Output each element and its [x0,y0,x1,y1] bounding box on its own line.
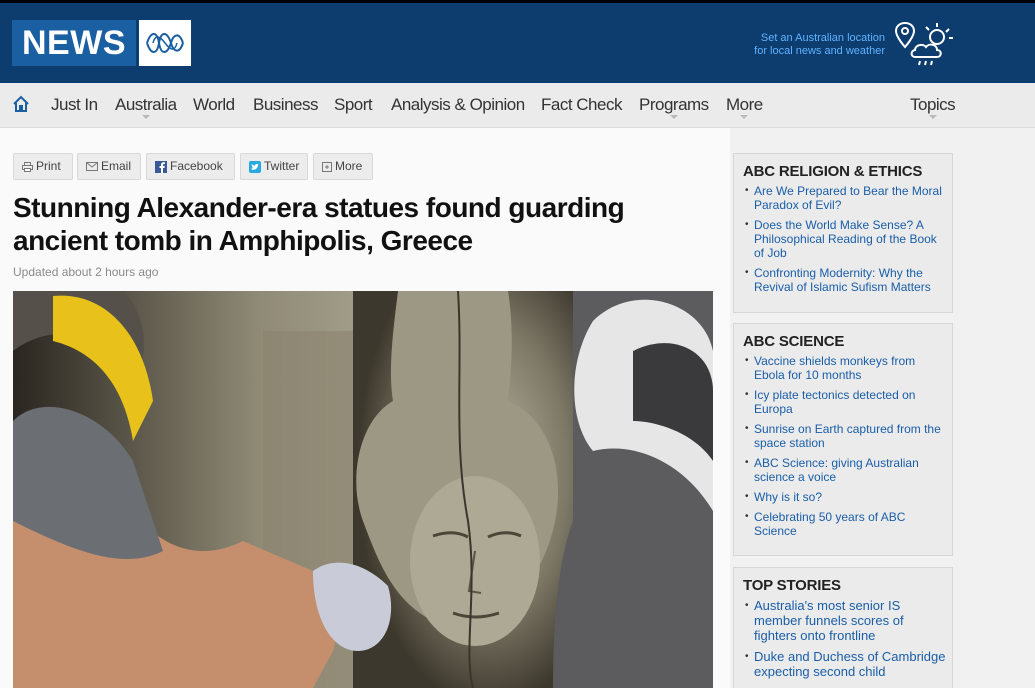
nav-programs-label: Programs [639,95,709,114]
email-button[interactable]: Email [77,153,141,180]
science-panel: ABC SCIENCE Vaccine shields monkeys from… [733,323,953,556]
nav-business[interactable]: Business [253,95,318,115]
science-list: Vaccine shields monkeys from Ebola for 1… [734,350,952,552]
nav-fact-check[interactable]: Fact Check [541,95,622,115]
list-item[interactable]: Vaccine shields monkeys from Ebola for 1… [745,354,946,382]
updated-timestamp: Updated about 2 hours ago [13,265,159,279]
location-weather-icon[interactable] [893,19,957,69]
site-header: NEWS Set an Australian location for loca… [0,3,1035,83]
list-item[interactable]: Does the World Make Sense? A Philosophic… [745,218,946,260]
chevron-down-icon [928,115,937,119]
list-item[interactable]: Sunrise on Earth captured from the space… [745,422,946,450]
science-panel-title: ABC SCIENCE [743,333,845,350]
abc-lissajous-icon [146,33,184,53]
nav-world[interactable]: World [193,95,235,115]
print-label: Print [36,159,61,173]
facebook-label: Facebook [170,159,223,173]
print-button[interactable]: Print [13,153,73,180]
nav-programs[interactable]: Programs [639,95,709,119]
list-item[interactable]: ABC Science: giving Australian science a… [745,456,946,484]
nav-topics-label: Topics [910,95,956,114]
nav-australia[interactable]: Australia [115,95,177,119]
nav-more[interactable]: More [726,95,763,119]
list-item[interactable]: Are We Prepared to Bear the Moral Parado… [745,184,946,212]
location-line-1: Set an Australian location [760,32,885,44]
more-share-label: More [335,159,363,173]
nav-topics[interactable]: Topics [910,95,956,119]
nav-sport[interactable]: Sport [334,95,373,115]
news-logo[interactable]: NEWS [12,20,136,66]
nav-more-label: More [726,95,763,114]
email-label: Email [101,159,132,173]
twitter-icon [249,160,261,173]
list-item[interactable]: Confronting Modernity: Why the Revival o… [745,266,946,294]
chevron-down-icon [740,115,749,119]
nav-australia-label: Australia [115,95,177,114]
top-stories-title: TOP STORIES [743,577,841,594]
religion-panel: ABC RELIGION & ETHICS Are We Prepared to… [733,153,953,313]
list-item[interactable]: Australia's most senior IS member funnel… [745,598,946,643]
top-stories-panel: TOP STORIES Australia's most senior IS m… [733,567,953,688]
top-stories-list: Australia's most senior IS member funnel… [734,594,952,688]
envelope-icon [86,162,98,172]
set-location-link[interactable]: Set an Australian location for local new… [754,32,885,58]
list-item[interactable]: Icy plate tectonics detected on Europa [745,388,946,416]
nav-analysis-opinion[interactable]: Analysis & Opinion [391,95,525,115]
facebook-icon [155,160,167,173]
main-nav: Just In Australia World Business Sport A… [0,83,1035,128]
statue-photo-image [13,291,713,688]
printer-icon [22,161,33,172]
facebook-button[interactable]: Facebook [146,153,235,180]
twitter-button[interactable]: Twitter [240,153,308,180]
location-line-2: for local news and weather [754,45,885,57]
abc-logo[interactable] [139,20,191,66]
religion-list: Are We Prepared to Bear the Moral Parado… [734,180,952,308]
share-more-icon [322,161,332,172]
religion-panel-title: ABC RELIGION & ETHICS [743,163,923,180]
article-photo[interactable] [13,291,713,688]
more-share-button[interactable]: More [313,153,373,180]
article-headline: Stunning Alexander-era statues found gua… [13,192,625,256]
chevron-down-icon [669,115,678,119]
list-item[interactable]: Celebrating 50 years of ABC Science [745,510,946,538]
nav-just-in[interactable]: Just In [51,95,98,115]
list-item[interactable]: Why is it so? [745,490,946,504]
chevron-down-icon [141,115,150,119]
twitter-label: Twitter [264,159,300,173]
home-icon[interactable] [12,95,30,113]
list-item[interactable]: Duke and Duchess of Cambridge expecting … [745,649,946,679]
